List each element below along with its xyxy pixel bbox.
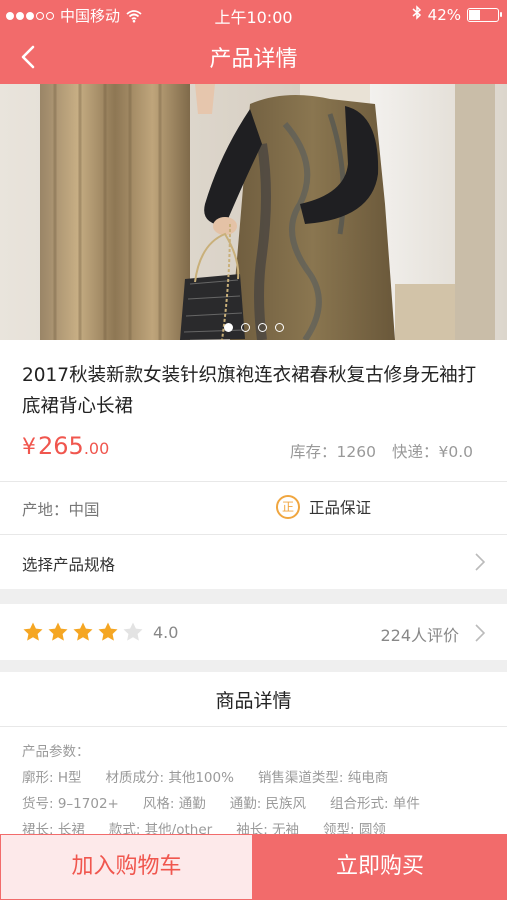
param-item: 材质成分: 其他100% xyxy=(105,770,234,786)
pager-dot[interactable] xyxy=(257,323,267,332)
nav-bar: 产品详情 xyxy=(0,30,507,84)
section-gap xyxy=(0,589,507,604)
carousel-pager xyxy=(223,323,284,332)
params-line: 廓形: H型 材质成分: 其他100% 销售渠道类型: 纯电商 xyxy=(22,766,495,792)
select-spec-label: 选择产品规格 xyxy=(22,556,116,574)
param-item: 领型: 圆领 xyxy=(323,822,386,834)
product-meta: 库存：1260 快递：¥0.0 xyxy=(274,440,473,462)
battery-icon xyxy=(467,7,502,22)
origin-label: 产地：中国 xyxy=(22,501,100,519)
price-main: 265 xyxy=(38,432,84,460)
product-image-carousel[interactable] xyxy=(0,84,507,340)
rating-score: 4.0 xyxy=(153,622,179,642)
product-price: ¥265.00 xyxy=(22,432,109,460)
pager-dot[interactable] xyxy=(274,323,284,332)
product-params: 产品参数： 廓形: H型 材质成分: 其他100% 销售渠道类型: 纯电商货号: 9… xyxy=(22,740,495,834)
param-item: 风格: 通勤 xyxy=(142,796,206,812)
detail-heading: 商品详情 xyxy=(215,690,292,712)
guarantee-icon: 正 xyxy=(276,495,300,519)
bottom-action-bar: 加入购物车 立即购买 xyxy=(0,834,507,900)
bluetooth-icon xyxy=(412,5,422,24)
param-item: 销售渠道类型: 纯电商 xyxy=(257,770,389,786)
buy-now-button[interactable]: 立即购买 xyxy=(253,834,507,900)
price-currency: ¥ xyxy=(22,435,36,460)
star-filled-icon xyxy=(98,622,118,641)
param-item: 通勤: 民族风 xyxy=(229,796,307,812)
param-item: 款式: 其他/other xyxy=(108,822,213,834)
product-title: 2017秋装新款女装针织旗袍连衣裙春秋复古修身无袖打底裙背心长裙 xyxy=(22,365,477,417)
product-photo xyxy=(0,84,507,340)
select-spec-row[interactable]: 选择产品规格 xyxy=(0,535,507,589)
param-item: 货号: 9–1702+ xyxy=(22,796,119,812)
shipping-fee: 快递：¥0.0 xyxy=(391,443,473,461)
rating-row[interactable]: 4.0 224人评价 xyxy=(0,604,507,660)
param-item: 组合形式: 单件 xyxy=(330,796,420,812)
pager-dot[interactable] xyxy=(223,323,233,332)
star-filled-icon xyxy=(73,622,93,641)
add-to-cart-button[interactable]: 加入购物车 xyxy=(0,834,253,900)
params-title: 产品参数： xyxy=(22,744,90,760)
product-title-block: 2017秋装新款女装针织旗袍连衣裙春秋复古修身无袖打底裙背心长裙 xyxy=(0,340,507,422)
origin-row: 产地：中国 正 正品保证 xyxy=(0,482,507,534)
star-filled-icon xyxy=(48,622,68,641)
pager-dot[interactable] xyxy=(240,323,250,332)
page-title: 产品详情 xyxy=(209,47,298,72)
price-cents: .00 xyxy=(83,439,110,458)
guarantee-badge: 正 正品保证 xyxy=(276,495,371,519)
price-row: ¥265.00 库存：1260 快递：¥0.0 xyxy=(22,432,473,466)
battery-percent: 42% xyxy=(427,5,461,24)
param-item: 裙长: 长裙 xyxy=(22,822,85,834)
guarantee-label: 正品保证 xyxy=(309,499,372,517)
chevron-right-icon xyxy=(475,624,485,642)
params-line: 裙长: 长裙 款式: 其他/other 袖长: 无袖 领型: 圆领 xyxy=(22,818,495,834)
stock-count: 库存：1260 xyxy=(290,443,376,461)
star-empty-icon xyxy=(123,622,143,641)
chevron-right-icon xyxy=(475,553,485,571)
section-gap xyxy=(0,660,507,672)
review-count: 224人评价 xyxy=(380,626,459,645)
star-filled-icon xyxy=(23,622,43,641)
divider xyxy=(0,726,507,727)
param-item: 廓形: H型 xyxy=(22,770,82,786)
status-bar: 中国移动 上午10:00 42% xyxy=(0,0,507,30)
params-line: 货号: 9–1702+ 风格: 通勤 通勤: 民族风 组合形式: 单件 xyxy=(22,792,495,818)
rating-stars: 4.0 xyxy=(22,621,178,643)
detail-header: 商品详情 xyxy=(0,672,507,726)
status-right: 42% xyxy=(412,5,502,24)
param-item: 袖长: 无袖 xyxy=(236,822,300,834)
